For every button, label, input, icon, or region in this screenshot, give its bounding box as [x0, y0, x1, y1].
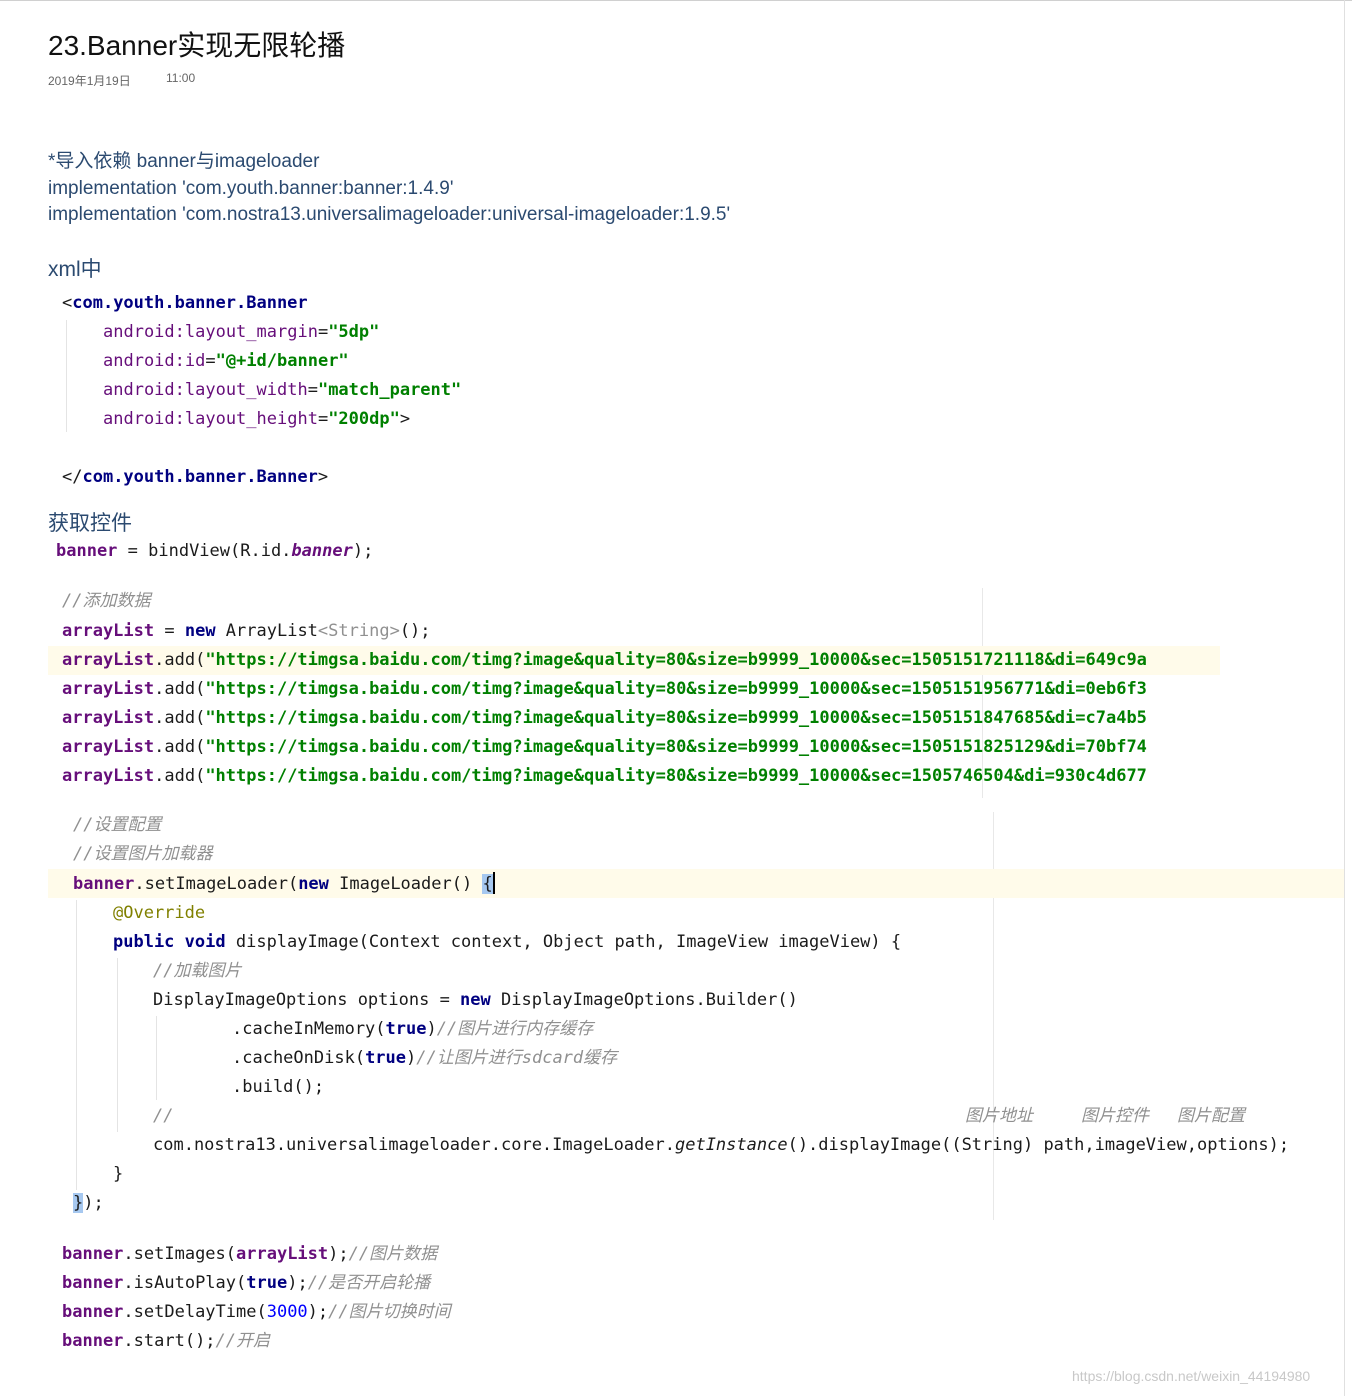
get-control-heading: 获取控件	[48, 512, 132, 535]
indent-guide	[66, 320, 67, 432]
note-date: 2019年1月19日	[48, 74, 131, 88]
matched-brace: }	[73, 1193, 84, 1213]
code-comment: //设置配置	[73, 815, 162, 835]
set-images-line: banner.setImages(arrayList);//图片数据	[62, 1244, 438, 1264]
cache-in-memory-line: .cacheInMemory(true)//图片进行内存缓存	[232, 1019, 594, 1039]
xml-attr-line: android:layout_margin="5dp"	[103, 322, 380, 342]
override-annotation: @Override	[113, 903, 206, 923]
display-image-call: com.nostra13.universalimageloader.core.I…	[153, 1135, 1290, 1155]
options-builder-line: DisplayImageOptions options = new Displa…	[153, 990, 798, 1010]
xml-heading: xml中	[48, 258, 102, 281]
xml-attr-line: android:id="@+id/banner"	[103, 351, 349, 371]
arraylist-add-line: arrayList.add("https://timgsa.baidu.com/…	[62, 708, 1147, 728]
xml-close-tag: </com.youth.banner.Banner>	[62, 467, 329, 487]
arraylist-add-line: arrayList.add("https://timgsa.baidu.com/…	[62, 766, 1147, 786]
display-image-signature: public void displayImage(Context context…	[113, 932, 902, 952]
xml-open-tag: <com.youth.banner.Banner	[62, 293, 308, 313]
indent-guide	[156, 1016, 157, 1100]
watermark: https://blog.csdn.net/weixin_44194980	[1072, 1368, 1311, 1384]
code-comment: //	[153, 1106, 174, 1126]
comment-label-config: 图片配置	[1177, 1106, 1245, 1126]
bindview-line: banner = bindView(R.id.banner);	[56, 541, 374, 561]
code-comment: //添加数据	[62, 591, 151, 611]
indent-guide	[117, 958, 118, 1132]
xml-attr-line: android:layout_width="match_parent"	[103, 380, 462, 400]
build-line: .build();	[232, 1077, 325, 1097]
code-comment: //加载图片	[153, 961, 242, 981]
set-image-loader-line: banner.setImageLoader(new ImageLoader() …	[73, 872, 495, 894]
comment-label-control: 图片控件	[1081, 1106, 1149, 1126]
selected-brace: {	[482, 874, 493, 894]
arraylist-init-line: arrayList = new ArrayList<String>();	[62, 621, 431, 641]
set-delay-time-line: banner.setDelayTime(3000);//图片切换时间	[62, 1302, 451, 1322]
page-title: 23.Banner实现无限轮播	[48, 30, 346, 61]
xml-attr-line: android:layout_height="200dp">	[103, 409, 411, 429]
comment-label-address: 图片地址	[965, 1106, 1033, 1126]
deps-heading: *导入依赖 banner与imageloader	[48, 151, 320, 172]
right-border	[1344, 0, 1345, 1396]
text-caret	[492, 872, 495, 894]
closing-brace: }	[113, 1164, 124, 1184]
arraylist-add-line: arrayList.add("https://timgsa.baidu.com/…	[62, 737, 1147, 757]
code-comment: //设置图片加载器	[73, 844, 213, 864]
top-rule	[0, 0, 1352, 1]
start-line: banner.start();//开启	[62, 1331, 271, 1351]
arraylist-add-line: arrayList.add("https://timgsa.baidu.com/…	[62, 679, 1147, 699]
note-time: 11:00	[166, 71, 196, 85]
is-auto-play-line: banner.isAutoPlay(true);//是否开启轮播	[62, 1273, 431, 1293]
cache-on-disk-line: .cacheOnDisk(true)//让图片进行sdcard缓存	[232, 1048, 618, 1068]
arraylist-add-line: arrayList.add("https://timgsa.baidu.com/…	[62, 650, 1147, 670]
closing-brace-line: });	[73, 1193, 104, 1213]
indent-guide	[76, 900, 77, 1190]
deps-line-banner: implementation 'com.youth.banner:banner:…	[48, 178, 454, 199]
deps-line-imageloader: implementation 'com.nostra13.universalim…	[48, 204, 731, 225]
